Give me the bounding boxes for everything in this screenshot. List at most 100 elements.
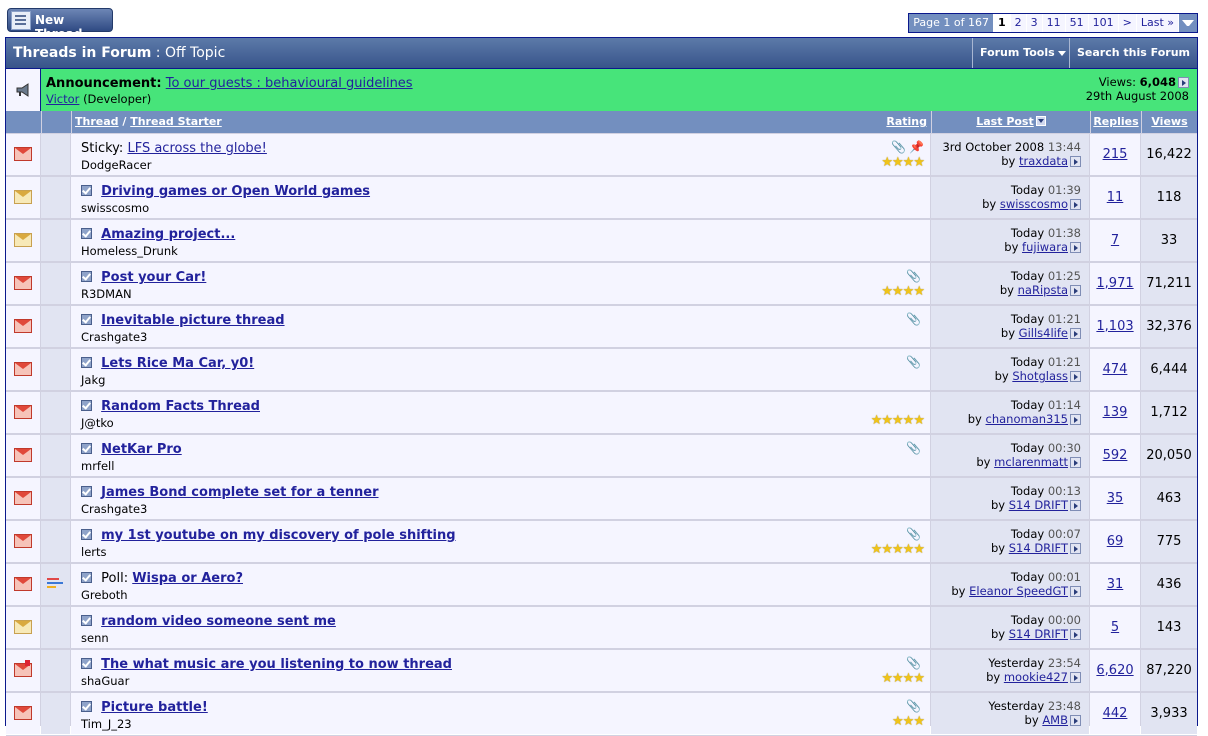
- go-to-last-post-icon[interactable]: [1070, 199, 1081, 210]
- last-poster-link[interactable]: Shotglass: [1012, 369, 1068, 383]
- go-to-announcement-icon[interactable]: [1178, 77, 1189, 88]
- thread-checkbox-icon[interactable]: [81, 443, 92, 454]
- sort-last-post-link[interactable]: Last Post: [976, 115, 1034, 128]
- last-poster-link[interactable]: S14 DRIFT: [1009, 498, 1068, 512]
- last-poster-link[interactable]: traxdata: [1019, 154, 1068, 168]
- thread-title-link[interactable]: Inevitable picture thread: [101, 313, 284, 328]
- page-link-51[interactable]: 51: [1064, 14, 1088, 32]
- sort-replies-link[interactable]: Replies: [1093, 115, 1138, 128]
- last-poster-link[interactable]: AMB: [1042, 713, 1068, 727]
- last-poster-link[interactable]: chanoman315: [986, 412, 1068, 426]
- thread-title-link[interactable]: random video someone sent me: [101, 614, 336, 629]
- thread-checkbox-icon[interactable]: [81, 357, 92, 368]
- page-link-11[interactable]: 11: [1041, 14, 1065, 32]
- announcement-link[interactable]: To our guests : behavioural guidelines: [166, 76, 413, 91]
- replies-link[interactable]: 215: [1103, 147, 1128, 162]
- last-poster-link[interactable]: mclarenmatt: [994, 455, 1068, 469]
- last-post-date: Today: [1010, 484, 1045, 498]
- thread-checkbox-icon[interactable]: [81, 314, 92, 325]
- go-to-last-post-icon[interactable]: [1070, 242, 1081, 253]
- go-to-last-post-icon[interactable]: [1070, 715, 1081, 726]
- replies-link[interactable]: 31: [1107, 577, 1124, 592]
- last-poster-link[interactable]: Eleanor SpeedGT: [969, 584, 1068, 598]
- go-to-last-post-icon[interactable]: [1070, 629, 1081, 640]
- replies-link[interactable]: 6,620: [1096, 663, 1133, 678]
- thread-title-link[interactable]: Post your Car!: [101, 270, 206, 285]
- go-to-last-post-icon[interactable]: [1070, 543, 1081, 554]
- replies-link[interactable]: 35: [1107, 491, 1124, 506]
- go-to-last-post-icon[interactable]: [1070, 586, 1081, 597]
- thread-checkbox-icon[interactable]: [81, 529, 92, 540]
- replies-link[interactable]: 139: [1103, 405, 1128, 420]
- sort-rating-link[interactable]: Rating: [886, 111, 927, 133]
- replies-link[interactable]: 1,103: [1096, 319, 1133, 334]
- page-jump-dropdown-icon[interactable]: [1178, 14, 1197, 32]
- views-cell: 6,444: [1141, 349, 1197, 390]
- thread-title-link[interactable]: NetKar Pro: [101, 442, 182, 457]
- thread-title-link[interactable]: Driving games or Open World games: [101, 184, 370, 199]
- replies-link[interactable]: 7: [1111, 233, 1119, 248]
- go-to-last-post-icon[interactable]: [1070, 328, 1081, 339]
- thread-title-link[interactable]: Wispa or Aero?: [132, 571, 243, 586]
- sort-views-link[interactable]: Views: [1151, 115, 1187, 128]
- thread-title-link[interactable]: Lets Rice Ma Car, y0!: [101, 356, 254, 371]
- go-to-last-post-icon[interactable]: [1070, 672, 1081, 683]
- search-forum-menu[interactable]: Search this Forum: [1069, 38, 1197, 86]
- go-to-last-post-icon[interactable]: [1070, 457, 1081, 468]
- thread-title-link[interactable]: LFS across the globe!: [127, 141, 266, 156]
- pagination: Page 1 of 167 1 2 3 11 51 101 > Last »: [908, 13, 1198, 33]
- sort-desc-icon[interactable]: [1035, 116, 1046, 126]
- thread-checkbox-icon[interactable]: [81, 185, 92, 196]
- forum-tools-menu[interactable]: Forum Tools: [972, 38, 1069, 68]
- thread-title-link[interactable]: my 1st youtube on my discovery of pole s…: [101, 528, 455, 543]
- thread-checkbox-icon[interactable]: [81, 658, 92, 669]
- announcement-author-link[interactable]: Victor: [46, 92, 79, 106]
- page-link-3[interactable]: 3: [1025, 14, 1042, 32]
- new-thread-button[interactable]: New Thread: [7, 8, 113, 41]
- thread-title-link[interactable]: Picture battle!: [101, 700, 208, 715]
- sort-thread-link[interactable]: Thread: [75, 115, 119, 128]
- go-to-last-post-icon[interactable]: [1070, 414, 1081, 425]
- thread-checkbox-icon[interactable]: [81, 271, 92, 282]
- last-post-date: Today: [1010, 312, 1045, 326]
- thread-title-link[interactable]: Random Facts Thread: [101, 399, 260, 414]
- last-poster-link[interactable]: swisscosmo: [1000, 197, 1068, 211]
- last-poster-link[interactable]: mookie427: [1004, 670, 1068, 684]
- last-poster-link[interactable]: fujiwara: [1022, 240, 1068, 254]
- thread-checkbox-icon[interactable]: [81, 228, 92, 239]
- last-poster-link[interactable]: naRipsta: [1018, 283, 1068, 297]
- replies-cell: 5: [1090, 607, 1140, 648]
- thread-title-line: Poll: Wispa or Aero?: [81, 571, 243, 586]
- replies-link[interactable]: 442: [1103, 706, 1128, 721]
- page-next[interactable]: >: [1117, 14, 1136, 32]
- last-poster-link[interactable]: Gills4life: [1019, 326, 1068, 340]
- last-poster-link[interactable]: S14 DRIFT: [1009, 627, 1068, 641]
- sort-starter-link[interactable]: Thread Starter: [130, 115, 222, 128]
- go-to-last-post-icon[interactable]: [1070, 156, 1081, 167]
- go-to-last-post-icon[interactable]: [1070, 285, 1081, 296]
- thread-checkbox-icon[interactable]: [81, 615, 92, 626]
- page-link-101[interactable]: 101: [1087, 14, 1118, 32]
- go-to-last-post-icon[interactable]: [1070, 371, 1081, 382]
- replies-link[interactable]: 474: [1103, 362, 1128, 377]
- thread-starter: swisscosmo: [81, 201, 150, 215]
- thread-checkbox-icon[interactable]: [81, 701, 92, 712]
- last-poster-link[interactable]: S14 DRIFT: [1009, 541, 1068, 555]
- replies-link[interactable]: 11: [1107, 190, 1124, 205]
- thread-checkbox-icon[interactable]: [81, 486, 92, 497]
- thread-status-cell: [6, 607, 40, 648]
- replies-link[interactable]: 592: [1103, 448, 1128, 463]
- thread-checkbox-icon[interactable]: [81, 400, 92, 411]
- thread-cell: Random Facts Thread J@tko ★★★★★: [71, 392, 930, 433]
- thread-title-link[interactable]: Amazing project...: [101, 227, 235, 242]
- page-last[interactable]: Last »: [1135, 14, 1178, 32]
- thread-title-link[interactable]: The what music are you listening to now …: [101, 657, 452, 672]
- replies-link[interactable]: 69: [1107, 534, 1124, 549]
- thread-title-link[interactable]: James Bond complete set for a tenner: [101, 485, 378, 500]
- thread-checkbox-icon[interactable]: [81, 572, 92, 583]
- replies-link[interactable]: 1,971: [1096, 276, 1133, 291]
- replies-cell: 7: [1090, 220, 1140, 261]
- go-to-last-post-icon[interactable]: [1070, 500, 1081, 511]
- replies-link[interactable]: 5: [1111, 620, 1119, 635]
- page-link-2[interactable]: 2: [1009, 14, 1026, 32]
